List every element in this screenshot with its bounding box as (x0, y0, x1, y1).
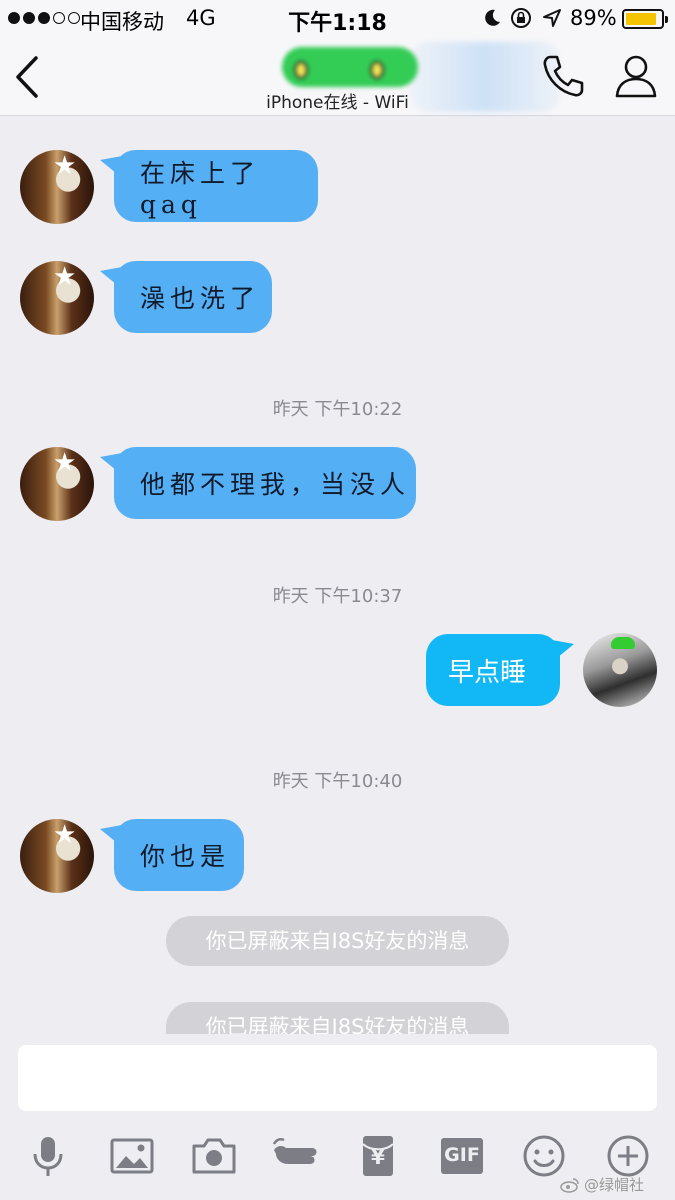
incoming-message[interactable]: 澡也洗了 (100, 261, 272, 333)
image-icon[interactable] (108, 1132, 156, 1180)
contact-avatar[interactable]: ★ (20, 447, 94, 521)
incoming-message[interactable]: 在床上了qaq (100, 150, 318, 222)
incoming-message[interactable]: 你也是 (100, 819, 244, 891)
watermark-text: @绿帽社 (584, 1176, 645, 1194)
person-icon[interactable] (612, 52, 660, 100)
chat-header: iPhone在线 - WiFi (0, 38, 675, 116)
gif-icon[interactable]: GIF (438, 1132, 486, 1180)
incoming-message[interactable]: 他都不理我，当没人 (100, 447, 416, 519)
watermark: @绿帽社 (560, 1174, 644, 1195)
contact-avatar[interactable]: ★ (20, 261, 94, 335)
outgoing-message[interactable]: 早点睡 (426, 634, 574, 706)
emoji-icon[interactable] (520, 1132, 568, 1180)
microphone-icon[interactable] (24, 1132, 72, 1180)
battery-icon (622, 9, 668, 29)
poke-icon[interactable] (272, 1132, 320, 1180)
red-packet-symbol: ¥ (371, 1145, 385, 1169)
orientation-lock-icon (511, 8, 531, 28)
plus-icon[interactable] (604, 1132, 652, 1180)
phone-icon[interactable] (540, 53, 586, 99)
my-avatar[interactable] (583, 633, 657, 707)
status-bar: 中国移动 4G 下午1:18 89% (0, 0, 675, 38)
message-timestamp: 昨天 下午10:37 (272, 586, 403, 607)
contact-name-redacted[interactable] (282, 47, 418, 87)
contact-avatar[interactable]: ★ (20, 819, 94, 893)
gif-label: GIF (444, 1144, 480, 1166)
location-arrow-icon (543, 9, 561, 27)
message-timestamp: 昨天 下午10:40 (272, 771, 403, 792)
moon-icon (485, 9, 500, 26)
battery-percentage: 89% (570, 6, 617, 30)
blocked-notice: 你已屏蔽来自I8S好友的消息 (166, 916, 509, 966)
weibo-icon (560, 1177, 579, 1193)
camera-icon[interactable] (190, 1132, 238, 1180)
message-timestamp: 昨天 下午10:22 (272, 399, 403, 420)
message-input[interactable] (18, 1045, 657, 1111)
red-packet-icon[interactable]: ¥ (354, 1132, 402, 1180)
contact-avatar[interactable]: ★ (20, 150, 94, 224)
blocked-notice: 你已屏蔽来自I8S好友的消息 (166, 1002, 509, 1036)
